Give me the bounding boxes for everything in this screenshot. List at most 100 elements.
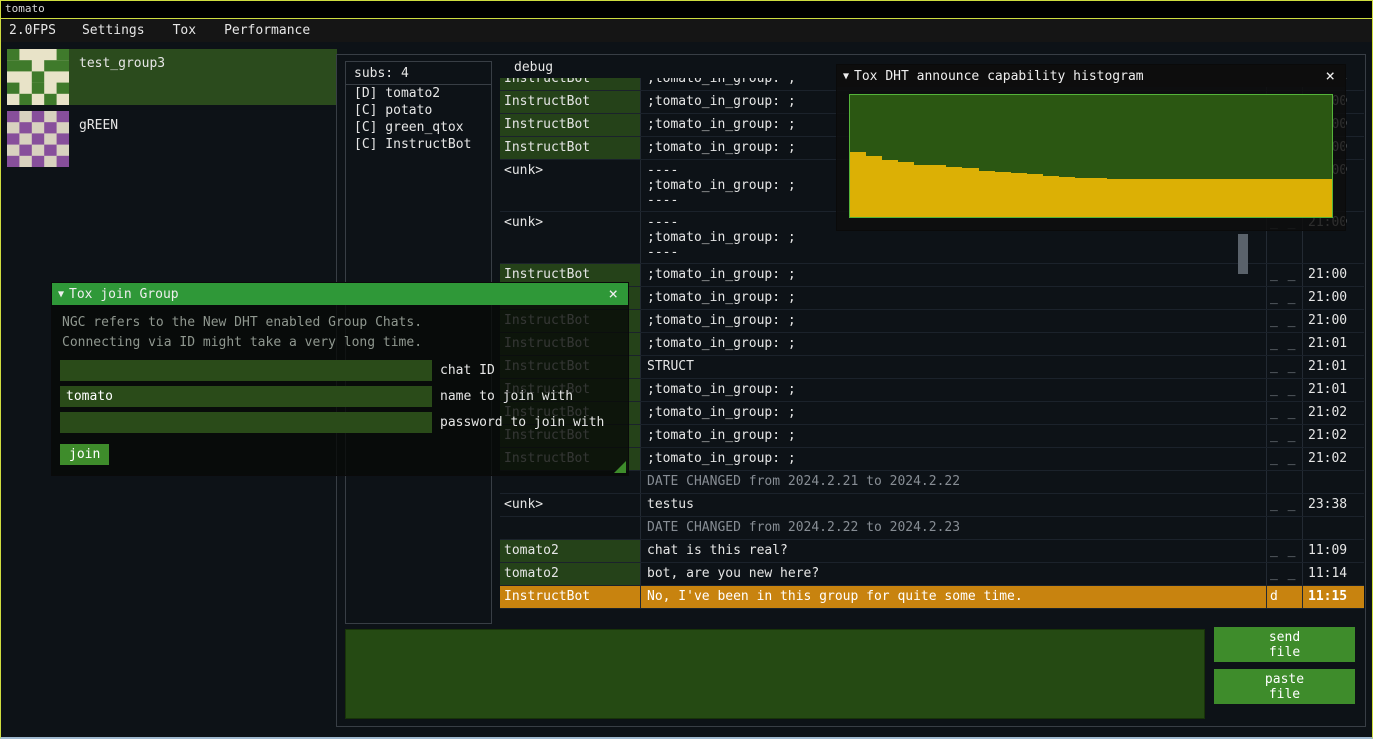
send-file-button[interactable]: send file xyxy=(1214,627,1355,662)
message-time: 23:38 xyxy=(1302,494,1364,516)
message-text: ;tomato_in_group: ; xyxy=(640,402,1266,424)
chat-row[interactable]: tomato2chat is this real?_ _11:09 xyxy=(500,540,1364,563)
histogram-bar xyxy=(1203,179,1219,217)
group-avatar xyxy=(7,111,69,167)
group-avatar xyxy=(7,49,69,105)
histogram-bar xyxy=(1171,179,1187,217)
dht-histogram-titlebar[interactable]: ▼ Tox DHT announce capability histogram … xyxy=(837,65,1345,87)
groups-sidebar: test_group3 gREEN xyxy=(7,49,337,173)
sender-name: InstructBot xyxy=(500,137,640,159)
window-titlebar[interactable]: tomato xyxy=(1,1,1372,19)
subs-count-label: subs: 4 xyxy=(346,62,491,85)
message-time xyxy=(1302,517,1364,539)
join-group-title: Tox join Group xyxy=(64,287,604,302)
member-list: [D] tomato2[C] potato[C] green_qtox[C] I… xyxy=(346,85,491,153)
sender-name xyxy=(500,517,640,539)
message-time: 11:09 xyxy=(1302,540,1364,562)
join-group-window: ▼ Tox join Group × NGC refers to the New… xyxy=(51,282,629,476)
chat-row[interactable]: tomato2bot, are you new here?_ _11:14 xyxy=(500,563,1364,586)
sender-name: InstructBot xyxy=(500,78,640,90)
menu-settings[interactable]: Settings xyxy=(68,23,159,38)
message-time: 21:01 xyxy=(1302,379,1364,401)
sender-name: InstructBot xyxy=(500,586,640,608)
message-flags: _ _ xyxy=(1266,287,1302,309)
chat-row[interactable]: InstructBotSTRUCT_ _21:01 xyxy=(500,356,1364,379)
histogram-bar xyxy=(1284,179,1300,217)
chat-row[interactable]: InstructBot;tomato_in_group: ;_ _21:00 xyxy=(500,264,1364,287)
chat-row[interactable]: InstructBot;tomato_in_group: ;_ _21:02 xyxy=(500,425,1364,448)
message-text: testus xyxy=(640,494,1266,516)
histogram-bar xyxy=(995,172,1011,217)
histogram-bar xyxy=(882,160,898,217)
histogram-bar xyxy=(1187,179,1203,217)
message-time: 11:15 xyxy=(1302,586,1364,608)
member-item[interactable]: [D] tomato2 xyxy=(346,85,491,102)
message-time: 21:02 xyxy=(1302,402,1364,424)
histogram-bar xyxy=(1219,179,1235,217)
message-text: ;tomato_in_group: ; xyxy=(640,379,1266,401)
message-text: ;tomato_in_group: ; xyxy=(640,425,1266,447)
message-flags: _ _ xyxy=(1266,310,1302,332)
group-item-test-group3[interactable]: test_group3 xyxy=(7,49,337,105)
histogram-bar xyxy=(1155,179,1171,217)
member-item[interactable]: [C] InstructBot xyxy=(346,136,491,153)
sender-name: tomato2 xyxy=(500,540,640,562)
chat-row[interactable]: InstructBot;tomato_in_group: ;_ _21:01 xyxy=(500,379,1364,402)
menu-performance[interactable]: Performance xyxy=(210,23,324,38)
join-password-input[interactable] xyxy=(60,412,432,433)
chat-id-input[interactable] xyxy=(60,360,432,381)
close-icon[interactable]: × xyxy=(604,287,622,301)
join-group-titlebar[interactable]: ▼ Tox join Group × xyxy=(52,283,628,305)
message-time xyxy=(1302,471,1364,493)
chat-row[interactable]: InstructBot;tomato_in_group: ;_ _21:00 xyxy=(500,310,1364,333)
histogram-bar xyxy=(866,156,882,217)
message-time: 21:02 xyxy=(1302,448,1364,470)
join-name-input[interactable] xyxy=(60,386,432,407)
message-time: 21:02 xyxy=(1302,425,1364,447)
histogram-bar xyxy=(979,171,995,217)
scrollbar-thumb[interactable] xyxy=(1238,234,1248,274)
message-text: ;tomato_in_group: ; xyxy=(640,287,1266,309)
close-icon[interactable]: × xyxy=(1321,69,1339,83)
app-window: tomato 2.0FPS Settings Tox Performance t… xyxy=(0,0,1373,739)
dht-histogram-window: ▼ Tox DHT announce capability histogram … xyxy=(836,64,1346,231)
resize-grip[interactable] xyxy=(614,461,626,473)
fps-counter: 2.0FPS xyxy=(1,23,68,38)
chat-row[interactable]: InstructBot;tomato_in_group: ;_ _21:02 xyxy=(500,448,1364,471)
chat-row[interactable]: InstructBot;tomato_in_group: ;_ _21:02 xyxy=(500,402,1364,425)
chat-row[interactable]: <unk>testus_ _23:38 xyxy=(500,494,1364,517)
histogram-bar xyxy=(930,165,946,217)
message-text: ;tomato_in_group: ; xyxy=(640,264,1266,286)
paste-file-button[interactable]: paste file xyxy=(1214,669,1355,704)
message-flags: _ _ xyxy=(1266,448,1302,470)
histogram-bar xyxy=(1300,179,1316,217)
message-time: 21:01 xyxy=(1302,333,1364,355)
histogram-bar xyxy=(1252,179,1268,217)
join-button[interactable]: join xyxy=(60,444,109,465)
histogram-bar xyxy=(850,152,866,217)
histogram-bar xyxy=(1043,176,1059,217)
message-flags: _ _ xyxy=(1266,402,1302,424)
message-time: 21:00 xyxy=(1302,287,1364,309)
chat-row[interactable]: InstructBotNo, I've been in this group f… xyxy=(500,586,1364,609)
member-item[interactable]: [C] green_qtox xyxy=(346,119,491,136)
sender-name: <unk> xyxy=(500,160,640,211)
histogram-bar xyxy=(1123,179,1139,217)
sender-name: InstructBot xyxy=(500,114,640,136)
message-input[interactable] xyxy=(345,629,1205,719)
histogram-bar xyxy=(1236,179,1252,217)
message-text: STRUCT xyxy=(640,356,1266,378)
histogram-bar xyxy=(1011,173,1027,217)
chat-row[interactable]: InstructBot;tomato_in_group: ;_ _21:00 xyxy=(500,287,1364,310)
message-flags: _ _ xyxy=(1266,379,1302,401)
member-item[interactable]: [C] potato xyxy=(346,102,491,119)
message-time: 21:01 xyxy=(1302,356,1364,378)
menu-tox[interactable]: Tox xyxy=(159,23,210,38)
message-flags xyxy=(1266,517,1302,539)
menu-bar: 2.0FPS Settings Tox Performance xyxy=(1,19,1372,42)
chat-row[interactable]: InstructBot;tomato_in_group: ;_ _21:01 xyxy=(500,333,1364,356)
group-item-green[interactable]: gREEN xyxy=(7,111,337,167)
group-name: test_group3 xyxy=(69,49,165,105)
dht-capability-histogram xyxy=(849,94,1333,218)
message-flags xyxy=(1266,471,1302,493)
